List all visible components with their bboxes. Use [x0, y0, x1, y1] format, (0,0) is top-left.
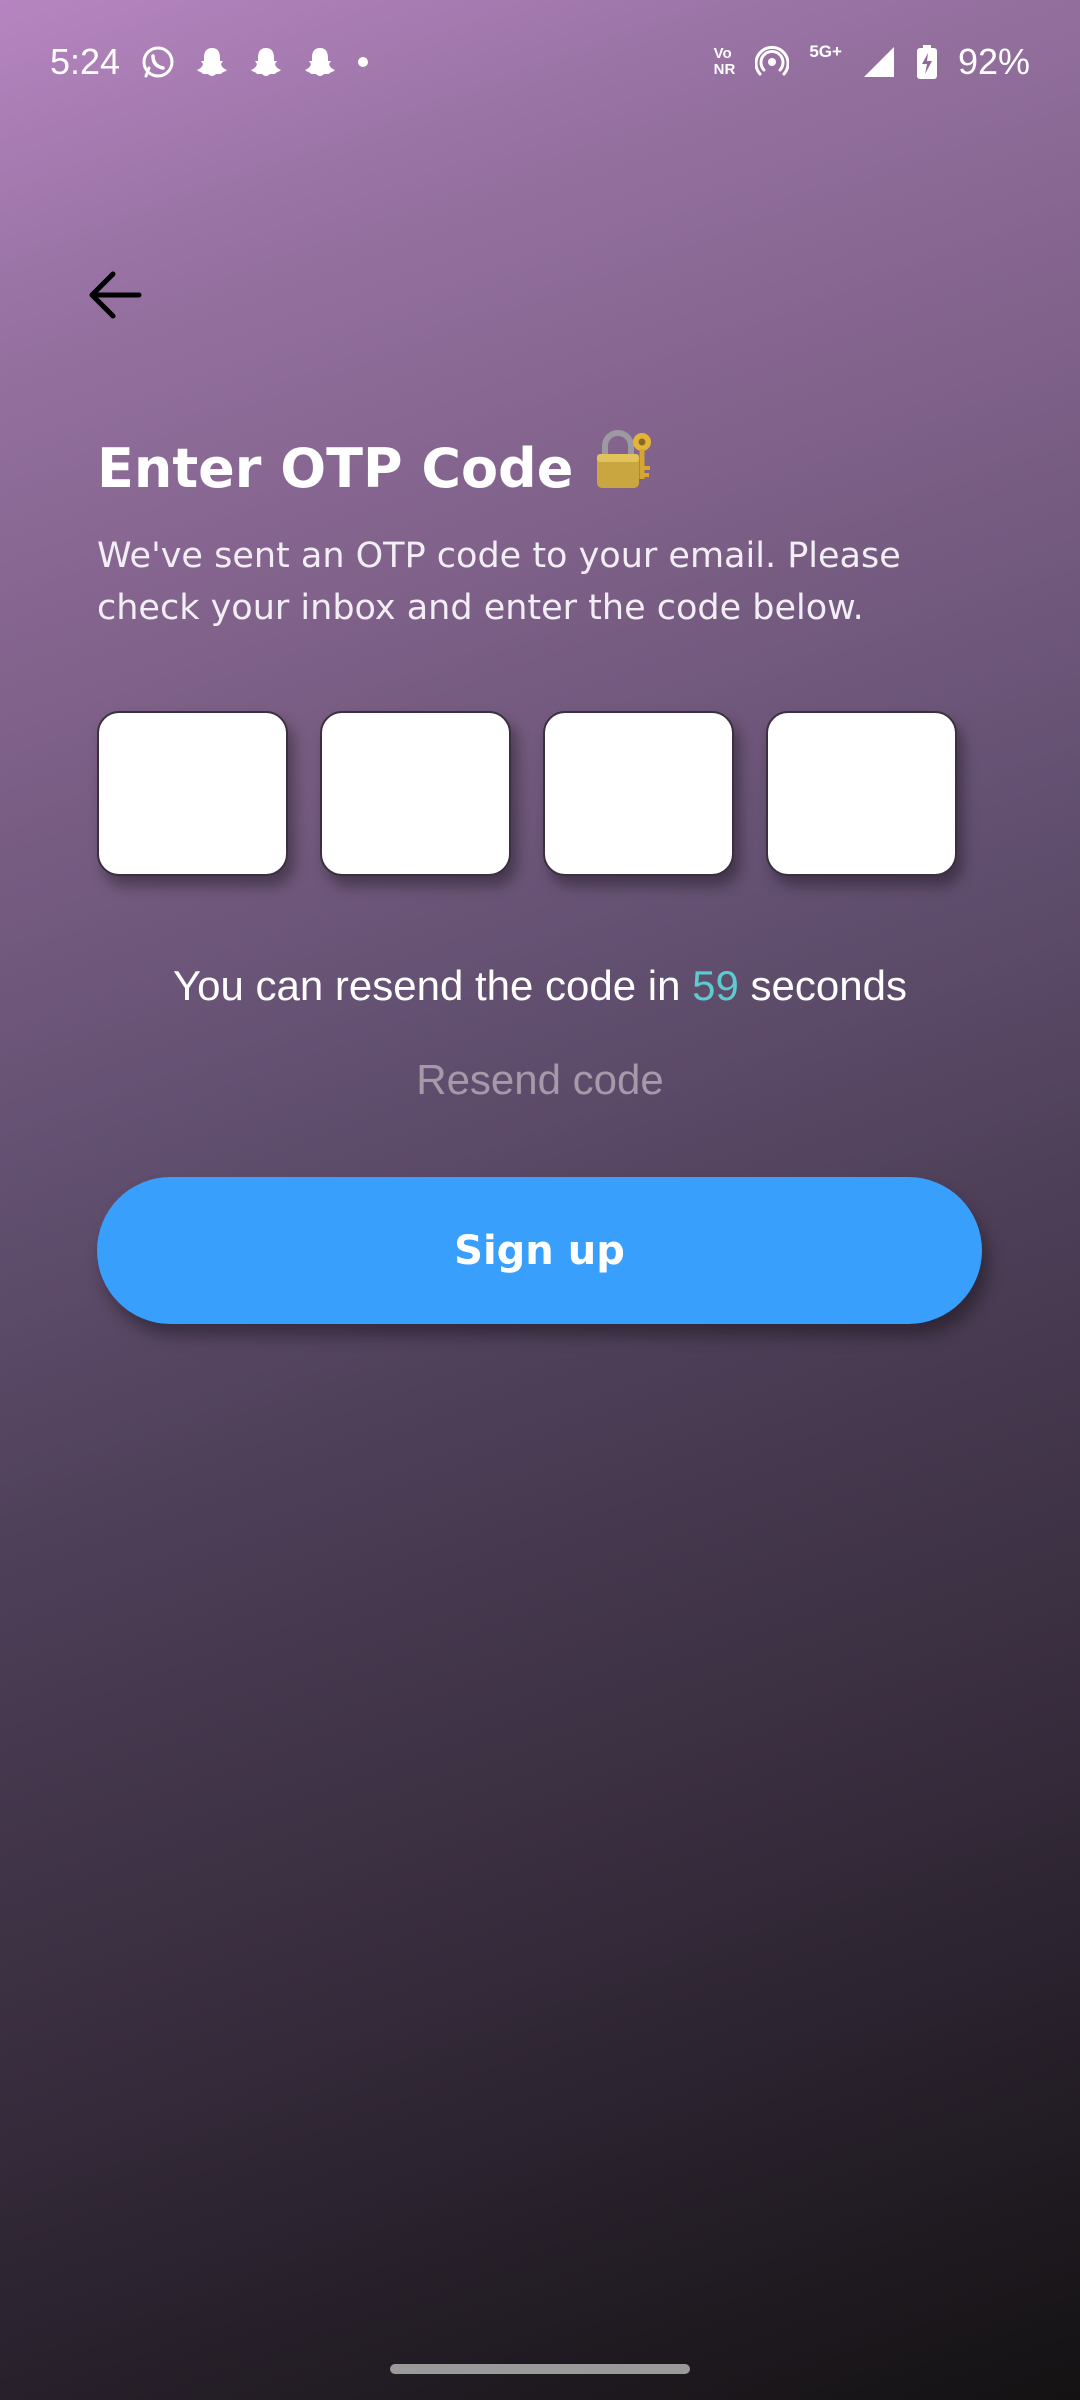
hotspot-icon: [755, 45, 790, 79]
battery-level: 92%: [957, 41, 1030, 82]
otp-digit-3[interactable]: [543, 711, 734, 876]
resend-code-link[interactable]: Resend code: [0, 1050, 1080, 1110]
otp-digit-1[interactable]: [97, 711, 288, 876]
otp-digit-4[interactable]: [766, 711, 957, 876]
volte-indicator: Vo NR: [713, 45, 736, 78]
dot-icon: [356, 44, 370, 80]
signal-icon: [862, 45, 896, 79]
resend-prefix: You can resend the code in: [172, 962, 693, 1009]
status-time: 5:24: [50, 41, 121, 82]
gesture-navigation-bar[interactable]: [390, 2364, 690, 2374]
signup-button[interactable]: Sign up: [97, 1177, 982, 1324]
page-title-text: Enter OTP Code: [97, 437, 574, 500]
snapchat-icon: [194, 44, 230, 80]
arrow-left-icon: [87, 270, 143, 324]
battery-charging-icon: [916, 44, 938, 80]
system-icons: Vo NR 5G+ 92%: [714, 38, 1030, 86]
page-subtitle: We've sent an OTP code to your email. Pl…: [97, 536, 901, 628]
lock-with-key-icon: [595, 428, 657, 510]
resend-countdown-text: You can resend the code in 59 seconds: [0, 956, 1080, 1016]
resend-suffix: seconds: [738, 962, 907, 1009]
whatsapp-icon: [140, 44, 176, 80]
notification-icons: [140, 38, 370, 86]
back-button[interactable]: [80, 262, 150, 332]
snapchat-icon: [248, 44, 284, 80]
status-bar: 5:24 Vo NR 5G+ 92%: [0, 0, 1080, 124]
otp-input-group: [97, 711, 965, 877]
network-type: 5G+: [809, 42, 842, 61]
page-title: Enter OTP Code: [97, 428, 657, 510]
otp-digit-2[interactable]: [320, 711, 511, 876]
countdown-seconds: 59: [692, 962, 739, 1009]
snapchat-icon: [302, 44, 338, 80]
